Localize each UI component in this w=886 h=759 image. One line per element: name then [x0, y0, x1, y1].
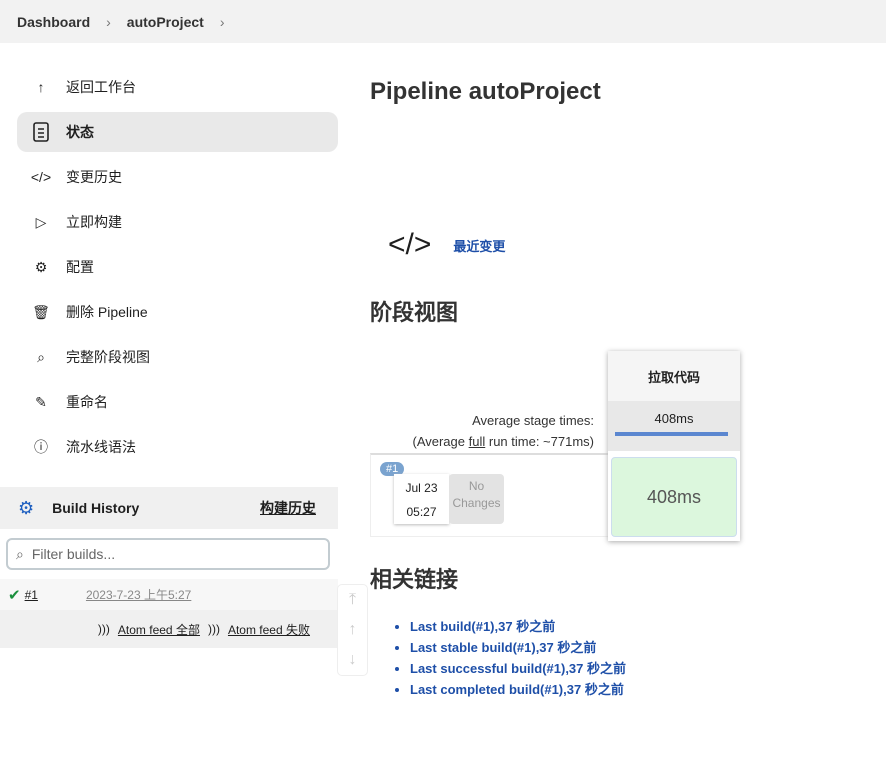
stage-view-title: 阶段视图: [370, 300, 459, 325]
sidebar-item-changes[interactable]: </> 变更历史: [17, 157, 338, 197]
sidebar-item-label: 立即构建: [66, 214, 122, 230]
build-row: ✔ #1 2023-7-23 上午5:27: [0, 579, 338, 610]
sidebar-item-label: 重命名: [66, 394, 108, 410]
chevron-down-icon[interactable]: ⌄: [304, 500, 316, 517]
sidebar-item-label: 返回工作台: [66, 79, 136, 95]
gear-icon: ⚙: [34, 258, 48, 275]
scroll-down-icon[interactable]: ↓: [349, 651, 357, 669]
link-last-build[interactable]: Last build(#1),37 秒之前: [410, 616, 626, 637]
stage-average: 408ms: [608, 401, 740, 451]
sidebar-item-delete[interactable]: 🗑 删除 Pipeline: [17, 292, 338, 332]
scroll-up-icon[interactable]: ↑: [349, 621, 357, 639]
chevron-right-icon: ›: [106, 13, 111, 30]
success-icon: ✔: [8, 586, 21, 604]
atom-feed-failed-link[interactable]: Atom feed 失败: [228, 621, 310, 638]
document-icon: [30, 122, 52, 142]
date: Jul 23: [405, 481, 438, 495]
breadcrumb: Dashboard › autoProject ›: [0, 0, 886, 43]
atom-feed-all-link[interactable]: Atom feed 全部: [118, 621, 200, 638]
scroll-controls: ⤒ ↑ ↓: [337, 584, 368, 676]
stage-column: 拉取代码 408ms 408ms: [608, 351, 740, 541]
stage-avg-bar: [615, 432, 728, 436]
sidebar-item-label: 完整阶段视图: [66, 349, 150, 365]
link-last-stable-build[interactable]: Last stable build(#1),37 秒之前: [410, 637, 626, 658]
chevron-right-icon[interactable]: ›: [220, 14, 225, 30]
sidebar-item-full-stage-view[interactable]: ⌕ 完整阶段视图: [17, 337, 338, 377]
sidebar-item-build-now[interactable]: ▷ 立即构建: [17, 202, 338, 242]
pencil-icon: ✎: [35, 393, 47, 410]
sidebar-item-rename[interactable]: ✎ 重命名: [17, 382, 338, 422]
recent-changes-link[interactable]: 最近变更: [453, 236, 505, 255]
search-icon: ⌕: [16, 545, 24, 562]
rss-icon: ))): [207, 622, 220, 636]
sidebar-item-label: 变更历史: [66, 169, 122, 185]
search-icon: ⌕: [37, 348, 45, 365]
full-link[interactable]: full: [469, 434, 486, 449]
related-links-title: 相关链接: [370, 567, 459, 592]
link-last-successful-build[interactable]: Last successful build(#1),37 秒之前: [410, 658, 626, 679]
play-icon: ▷: [35, 213, 47, 230]
build-number-link[interactable]: #1: [25, 588, 38, 602]
stage-avg-time: 408ms: [654, 411, 694, 426]
build-history-header: ⚙ Build History 构建历史 ⌄: [0, 487, 338, 529]
sidebar-item-back[interactable]: ↑ 返回工作台: [17, 67, 338, 107]
code-icon: </>: [30, 169, 52, 185]
time: 05:27: [406, 505, 437, 519]
build-row-stage: #1 Jul 23 05:27 No Changes: [370, 453, 610, 537]
stage-header: 拉取代码: [608, 351, 740, 401]
related-links: Last build(#1),37 秒之前 Last stable build(…: [392, 616, 626, 700]
sidebar-item-configure[interactable]: ⚙ 配置: [17, 247, 338, 287]
avg-full-prefix: (Average: [412, 434, 469, 449]
feeds: ))) Atom feed 全部 ))) Atom feed 失败: [0, 610, 338, 648]
build-history-title: Build History: [52, 500, 140, 516]
build-history-icon: ⚙: [18, 497, 35, 518]
no-changes: No Changes: [449, 474, 504, 524]
trash-icon: 🗑: [32, 303, 50, 320]
sidebar-item-label: 状态: [66, 124, 94, 140]
recent-changes: </> 最近变更: [388, 228, 505, 262]
sidebar-item-label: 删除 Pipeline: [66, 304, 148, 320]
sidebar-item-syntax[interactable]: ⓘ 流水线语法: [17, 427, 338, 467]
breadcrumb-dashboard[interactable]: Dashboard: [17, 14, 90, 30]
build-date-link[interactable]: 2023-7-23 上午5:27: [86, 586, 191, 603]
page-title: Pipeline autoProject: [370, 78, 601, 105]
scroll-top-icon[interactable]: ⤒: [349, 591, 356, 609]
help-icon: ⓘ: [34, 439, 48, 455]
sidebar-item-status[interactable]: 状态: [17, 112, 338, 152]
avg-stage-label: Average stage times:: [472, 413, 594, 428]
filter-builds-input[interactable]: ⌕ Filter builds...: [6, 538, 330, 570]
build-date: Jul 23 05:27: [394, 474, 449, 524]
filter-placeholder: Filter builds...: [31, 546, 116, 562]
arrow-up-icon: ↑: [37, 79, 45, 95]
sidebar-item-label: 流水线语法: [66, 439, 136, 455]
code-icon: </>: [388, 228, 432, 261]
rss-icon: ))): [97, 622, 110, 636]
average-times: Average stage times: (Average full run t…: [412, 410, 594, 452]
stage-cell[interactable]: 408ms: [611, 457, 737, 537]
sidebar: ↑ 返回工作台 状态 </> 变更历史 ▷ 立即构建 ⚙ 配置 🗑 删除 Pipeline…: [17, 67, 338, 472]
breadcrumb-project[interactable]: autoProject: [127, 14, 204, 30]
sidebar-item-label: 配置: [66, 259, 94, 275]
link-last-completed-build[interactable]: Last completed build(#1),37 秒之前: [410, 679, 626, 700]
avg-full-suffix: run time: ~771ms): [485, 434, 594, 449]
